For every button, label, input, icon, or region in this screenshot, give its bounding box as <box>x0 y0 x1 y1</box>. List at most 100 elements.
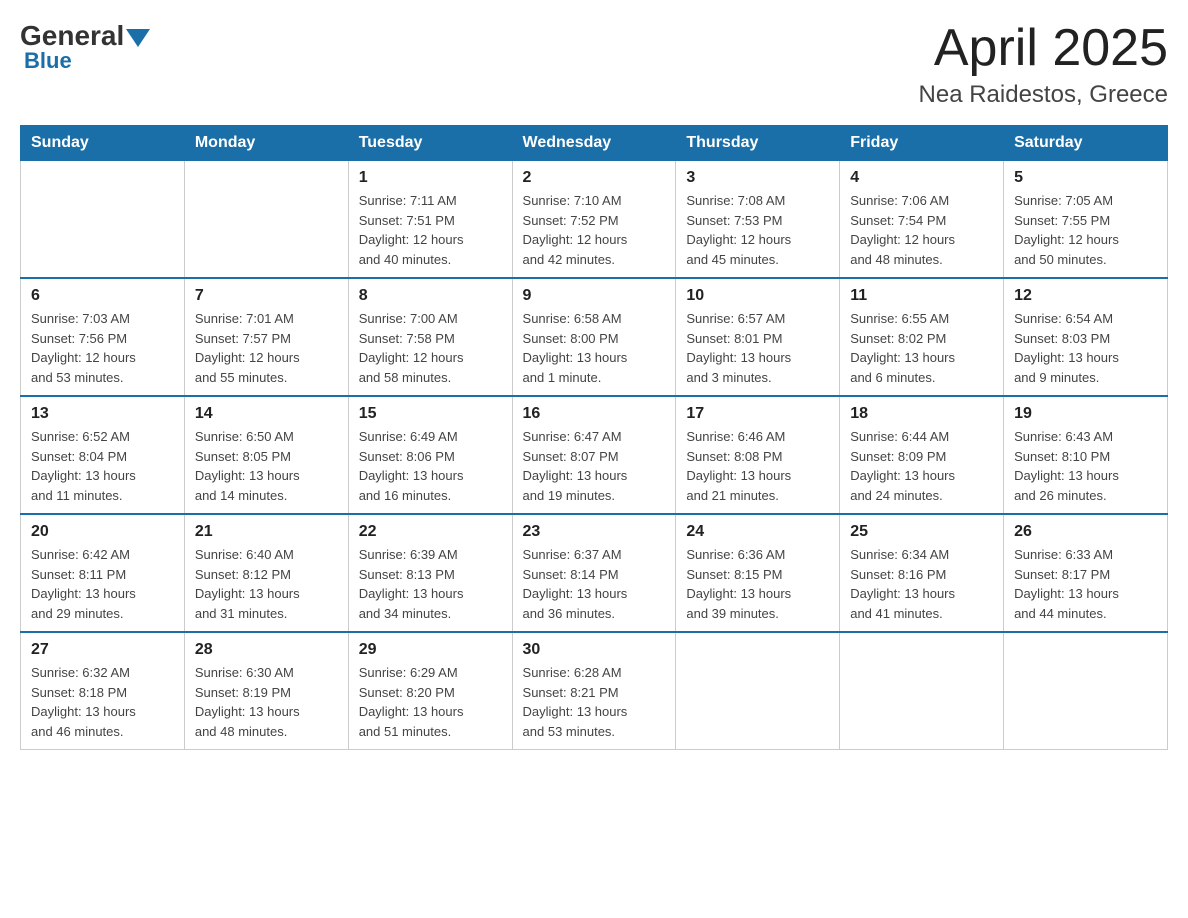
day-number: 16 <box>523 405 666 423</box>
calendar-cell: 7 Sunrise: 7:01 AM Sunset: 7:57 PM Daylig… <box>184 278 348 396</box>
day-number: 29 <box>359 641 502 659</box>
day-number: 2 <box>523 169 666 187</box>
day-number: 3 <box>686 169 829 187</box>
title-block: April 2025 Nea Raidestos, Greece <box>919 20 1168 109</box>
day-info: Sunrise: 6:43 AM Sunset: 8:10 PM Dayligh… <box>1014 427 1157 505</box>
calendar-cell: 28 Sunrise: 6:30 AM Sunset: 8:19 PM Dayli… <box>184 632 348 750</box>
day-number: 9 <box>523 287 666 305</box>
calendar-cell: 21 Sunrise: 6:40 AM Sunset: 8:12 PM Dayli… <box>184 514 348 632</box>
day-info: Sunrise: 6:33 AM Sunset: 8:17 PM Dayligh… <box>1014 545 1157 623</box>
column-header-monday: Monday <box>184 126 348 161</box>
day-info: Sunrise: 7:00 AM Sunset: 7:58 PM Dayligh… <box>359 309 502 387</box>
day-info: Sunrise: 6:40 AM Sunset: 8:12 PM Dayligh… <box>195 545 338 623</box>
calendar-cell: 13 Sunrise: 6:52 AM Sunset: 8:04 PM Dayli… <box>21 396 185 514</box>
day-number: 24 <box>686 523 829 541</box>
calendar-cell: 8 Sunrise: 7:00 AM Sunset: 7:58 PM Daylig… <box>348 278 512 396</box>
calendar-cell: 4 Sunrise: 7:06 AM Sunset: 7:54 PM Daylig… <box>840 161 1004 279</box>
day-number: 26 <box>1014 523 1157 541</box>
column-header-thursday: Thursday <box>676 126 840 161</box>
day-number: 11 <box>850 287 993 305</box>
day-info: Sunrise: 6:42 AM Sunset: 8:11 PM Dayligh… <box>31 545 174 623</box>
day-number: 27 <box>31 641 174 659</box>
day-info: Sunrise: 6:49 AM Sunset: 8:06 PM Dayligh… <box>359 427 502 505</box>
calendar-cell: 27 Sunrise: 6:32 AM Sunset: 8:18 PM Dayli… <box>21 632 185 750</box>
calendar-week-row: 1 Sunrise: 7:11 AM Sunset: 7:51 PM Daylig… <box>21 161 1168 279</box>
day-info: Sunrise: 7:11 AM Sunset: 7:51 PM Dayligh… <box>359 191 502 269</box>
calendar-cell: 23 Sunrise: 6:37 AM Sunset: 8:14 PM Dayli… <box>512 514 676 632</box>
calendar-cell: 18Sunrise: 6:44 AM Sunset: 8:09 PM Dayli… <box>840 396 1004 514</box>
column-header-tuesday: Tuesday <box>348 126 512 161</box>
column-header-saturday: Saturday <box>1004 126 1168 161</box>
logo: General Blue <box>20 20 150 74</box>
calendar-week-row: 6 Sunrise: 7:03 AM Sunset: 7:56 PM Daylig… <box>21 278 1168 396</box>
calendar-cell: 22 Sunrise: 6:39 AM Sunset: 8:13 PM Dayli… <box>348 514 512 632</box>
calendar-cell: 15 Sunrise: 6:49 AM Sunset: 8:06 PM Dayli… <box>348 396 512 514</box>
day-number: 22 <box>359 523 502 541</box>
calendar-cell: 10 Sunrise: 6:57 AM Sunset: 8:01 PM Dayli… <box>676 278 840 396</box>
day-info: Sunrise: 7:10 AM Sunset: 7:52 PM Dayligh… <box>523 191 666 269</box>
calendar-cell <box>184 161 348 279</box>
day-number: 25 <box>850 523 993 541</box>
calendar-cell: 9 Sunrise: 6:58 AM Sunset: 8:00 PM Daylig… <box>512 278 676 396</box>
day-info: Sunrise: 7:08 AM Sunset: 7:53 PM Dayligh… <box>686 191 829 269</box>
calendar-cell: 6 Sunrise: 7:03 AM Sunset: 7:56 PM Daylig… <box>21 278 185 396</box>
logo-blue: Blue <box>24 48 150 74</box>
calendar-cell: 11 Sunrise: 6:55 AM Sunset: 8:02 PM Dayli… <box>840 278 1004 396</box>
column-header-friday: Friday <box>840 126 1004 161</box>
day-info: Sunrise: 6:44 AM Sunset: 8:09 PM Dayligh… <box>850 427 993 505</box>
day-info: Sunrise: 7:06 AM Sunset: 7:54 PM Dayligh… <box>850 191 993 269</box>
calendar-cell: 24Sunrise: 6:36 AM Sunset: 8:15 PM Dayli… <box>676 514 840 632</box>
day-number: 14 <box>195 405 338 423</box>
day-info: Sunrise: 6:55 AM Sunset: 8:02 PM Dayligh… <box>850 309 993 387</box>
day-info: Sunrise: 6:46 AM Sunset: 8:08 PM Dayligh… <box>686 427 829 505</box>
day-number: 19 <box>1014 405 1157 423</box>
day-info: Sunrise: 6:32 AM Sunset: 8:18 PM Dayligh… <box>31 663 174 741</box>
day-info: Sunrise: 7:05 AM Sunset: 7:55 PM Dayligh… <box>1014 191 1157 269</box>
day-number: 28 <box>195 641 338 659</box>
calendar-cell: 30 Sunrise: 6:28 AM Sunset: 8:21 PM Dayli… <box>512 632 676 750</box>
calendar-week-row: 27 Sunrise: 6:32 AM Sunset: 8:18 PM Dayli… <box>21 632 1168 750</box>
day-number: 8 <box>359 287 502 305</box>
calendar-cell: 14Sunrise: 6:50 AM Sunset: 8:05 PM Dayli… <box>184 396 348 514</box>
day-info: Sunrise: 6:58 AM Sunset: 8:00 PM Dayligh… <box>523 309 666 387</box>
day-number: 7 <box>195 287 338 305</box>
calendar-cell: 17Sunrise: 6:46 AM Sunset: 8:08 PM Dayli… <box>676 396 840 514</box>
day-info: Sunrise: 6:34 AM Sunset: 8:16 PM Dayligh… <box>850 545 993 623</box>
column-header-sunday: Sunday <box>21 126 185 161</box>
column-header-wednesday: Wednesday <box>512 126 676 161</box>
day-info: Sunrise: 6:39 AM Sunset: 8:13 PM Dayligh… <box>359 545 502 623</box>
calendar-week-row: 20 Sunrise: 6:42 AM Sunset: 8:11 PM Dayli… <box>21 514 1168 632</box>
day-info: Sunrise: 6:37 AM Sunset: 8:14 PM Dayligh… <box>523 545 666 623</box>
day-number: 10 <box>686 287 829 305</box>
day-info: Sunrise: 6:54 AM Sunset: 8:03 PM Dayligh… <box>1014 309 1157 387</box>
day-info: Sunrise: 6:28 AM Sunset: 8:21 PM Dayligh… <box>523 663 666 741</box>
day-info: Sunrise: 7:01 AM Sunset: 7:57 PM Dayligh… <box>195 309 338 387</box>
day-number: 30 <box>523 641 666 659</box>
calendar-cell: 12 Sunrise: 6:54 AM Sunset: 8:03 PM Dayli… <box>1004 278 1168 396</box>
day-number: 15 <box>359 405 502 423</box>
day-number: 5 <box>1014 169 1157 187</box>
day-number: 21 <box>195 523 338 541</box>
day-info: Sunrise: 6:30 AM Sunset: 8:19 PM Dayligh… <box>195 663 338 741</box>
day-number: 23 <box>523 523 666 541</box>
day-number: 13 <box>31 405 174 423</box>
calendar-cell: 5 Sunrise: 7:05 AM Sunset: 7:55 PM Daylig… <box>1004 161 1168 279</box>
main-title: April 2025 <box>919 20 1168 77</box>
calendar-cell: 20 Sunrise: 6:42 AM Sunset: 8:11 PM Dayli… <box>21 514 185 632</box>
day-info: Sunrise: 6:52 AM Sunset: 8:04 PM Dayligh… <box>31 427 174 505</box>
calendar-cell <box>1004 632 1168 750</box>
day-number: 4 <box>850 169 993 187</box>
day-info: Sunrise: 6:29 AM Sunset: 8:20 PM Dayligh… <box>359 663 502 741</box>
day-number: 6 <box>31 287 174 305</box>
calendar-cell <box>676 632 840 750</box>
calendar-cell <box>840 632 1004 750</box>
calendar-cell: 16Sunrise: 6:47 AM Sunset: 8:07 PM Dayli… <box>512 396 676 514</box>
day-info: Sunrise: 6:57 AM Sunset: 8:01 PM Dayligh… <box>686 309 829 387</box>
day-number: 20 <box>31 523 174 541</box>
calendar-table: SundayMondayTuesdayWednesdayThursdayFrid… <box>20 125 1168 750</box>
day-number: 12 <box>1014 287 1157 305</box>
day-info: Sunrise: 7:03 AM Sunset: 7:56 PM Dayligh… <box>31 309 174 387</box>
calendar-cell: 1 Sunrise: 7:11 AM Sunset: 7:51 PM Daylig… <box>348 161 512 279</box>
calendar-week-row: 13 Sunrise: 6:52 AM Sunset: 8:04 PM Dayli… <box>21 396 1168 514</box>
day-number: 1 <box>359 169 502 187</box>
